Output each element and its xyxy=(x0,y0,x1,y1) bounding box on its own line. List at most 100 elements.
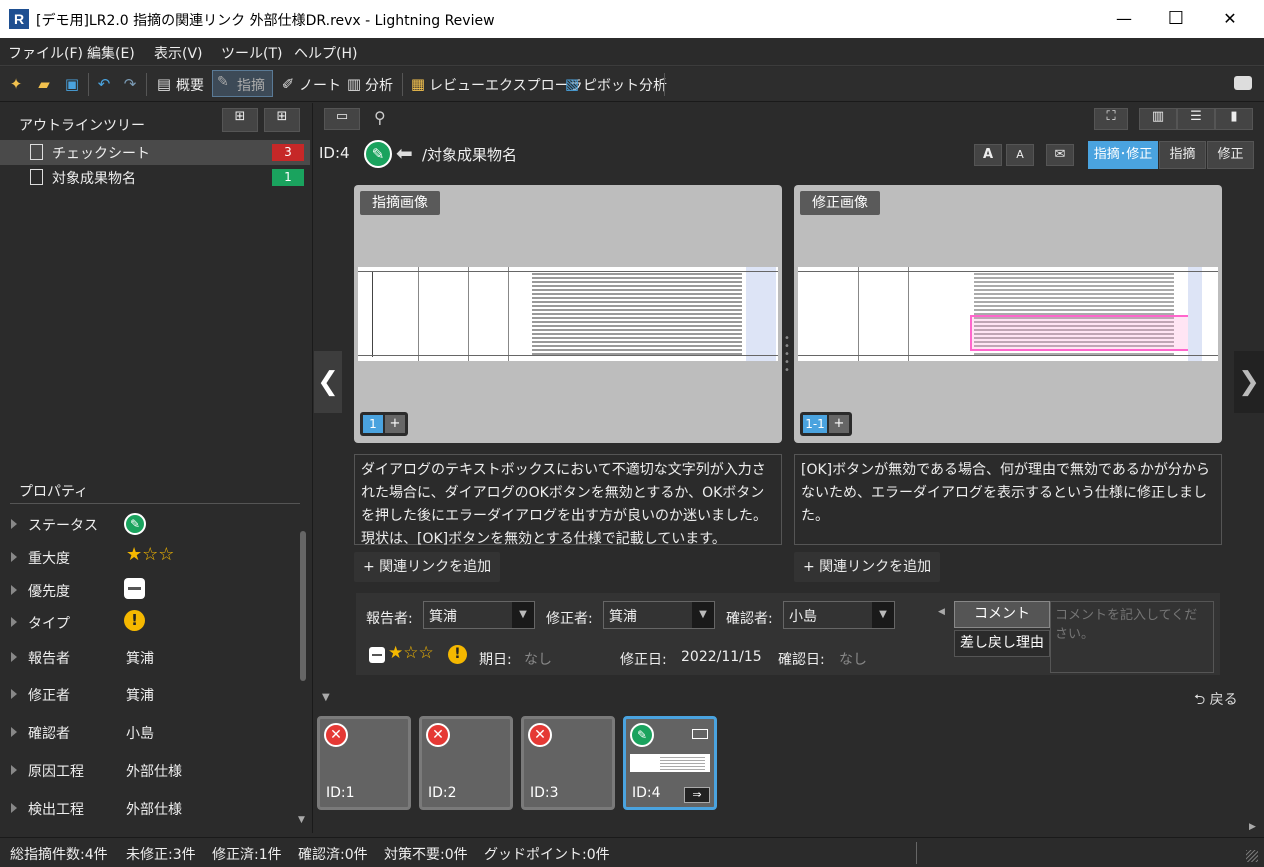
fix-image-panel[interactable]: 修正画像 1-1 + xyxy=(794,185,1222,443)
prop-checker-value[interactable]: 小島 xyxy=(126,723,154,743)
prev-issue-arrow-icon[interactable]: ❮ xyxy=(314,351,342,413)
priority-icon[interactable] xyxy=(124,578,145,599)
warning-icon[interactable]: ! xyxy=(124,610,145,631)
scroll-down-icon[interactable]: ▼ xyxy=(298,815,305,825)
font-decrease-button[interactable]: A xyxy=(1006,144,1034,166)
prop-detect-value[interactable]: 外部仕様 xyxy=(126,799,182,819)
new-file-icon[interactable]: ✦ xyxy=(6,74,26,94)
back-button[interactable]: ⮌ 戻る xyxy=(1194,689,1238,713)
prop-fixer-value[interactable]: 箕浦 xyxy=(126,685,154,705)
status-pencil-icon[interactable]: ✎ xyxy=(124,513,146,535)
search-icon[interactable]: ⚲ xyxy=(374,108,386,127)
due-value[interactable]: なし xyxy=(524,649,552,669)
issue-card-2[interactable]: ✕ ID:2 xyxy=(419,716,513,810)
redo-icon[interactable]: ↷ xyxy=(120,74,140,94)
next-issue-arrow-icon[interactable]: ❯ xyxy=(1234,351,1264,413)
tree-item-checksheet[interactable]: チェックシート 3 xyxy=(0,140,310,165)
prop-cause-value[interactable]: 外部仕様 xyxy=(126,761,182,781)
expand-arrow-icon[interactable] xyxy=(11,585,17,595)
status-pencil-icon[interactable]: ✎ xyxy=(364,140,392,168)
minimize-button[interactable]: — xyxy=(1096,0,1152,38)
mode-both-button[interactable]: 指摘･修正 xyxy=(1088,141,1158,169)
checker-select[interactable]: 小島 ▼ xyxy=(783,601,895,629)
expand-arrow-icon[interactable] xyxy=(11,617,17,627)
font-increase-button[interactable]: A xyxy=(974,144,1002,166)
close-button[interactable]: ✕ xyxy=(1202,0,1258,38)
comment-input[interactable] xyxy=(1050,601,1214,673)
menu-edit[interactable]: 編集(E) xyxy=(87,43,135,63)
maximize-button[interactable]: ☐ xyxy=(1148,0,1204,38)
menu-view[interactable]: 表示(V) xyxy=(154,43,203,63)
expand-arrow-icon[interactable] xyxy=(11,552,17,562)
back-arrow-icon[interactable]: ⬅ xyxy=(396,141,413,165)
page-number[interactable]: 1-1 xyxy=(803,415,827,433)
scroll-right-icon[interactable]: ▶ xyxy=(1249,822,1256,832)
add-bookmark-button[interactable]: ⊞ xyxy=(264,108,300,132)
expand-arrow-icon[interactable] xyxy=(11,519,17,529)
explorer-icon[interactable]: ▦ xyxy=(408,74,428,94)
pivot-button[interactable]: ピボット分析 xyxy=(583,75,667,95)
undo-icon[interactable]: ↶ xyxy=(94,74,114,94)
indication-image-panel[interactable]: 指摘画像 1 + xyxy=(354,185,782,443)
add-page-button[interactable]: + xyxy=(829,415,849,433)
note-icon[interactable]: ✐ xyxy=(278,74,298,94)
overview-button[interactable]: 概要 xyxy=(176,75,204,95)
severity-stars[interactable]: ★☆☆ xyxy=(388,643,434,663)
layout-list-button[interactable]: ☰ xyxy=(1177,108,1215,130)
open-folder-icon[interactable]: ▰ xyxy=(34,74,54,94)
status-pencil-icon: ✎ xyxy=(630,723,654,747)
collapse-left-icon[interactable]: ◀ xyxy=(938,607,945,617)
mail-button[interactable]: ✉ xyxy=(1046,144,1074,166)
indication-image[interactable] xyxy=(358,267,778,361)
vertical-splitter[interactable]: • • • • • xyxy=(784,334,790,376)
warning-icon[interactable]: ! xyxy=(448,645,467,664)
menu-help[interactable]: ヘルプ(H) xyxy=(294,43,357,63)
overview-icon[interactable]: ▤ xyxy=(154,74,174,94)
expand-arrow-icon[interactable] xyxy=(11,765,17,775)
severity-stars[interactable]: ★☆☆ xyxy=(126,544,174,565)
fit-screen-button[interactable]: ⛶ xyxy=(1094,108,1128,130)
add-link-indication-button[interactable]: + 関連リンクを追加 xyxy=(354,552,501,582)
expand-arrow-icon[interactable] xyxy=(11,652,17,662)
expand-arrow-icon[interactable] xyxy=(11,689,17,699)
menu-file[interactable]: ファイル(F) xyxy=(8,43,83,63)
reject-reason-tab[interactable]: 差し戻し理由 xyxy=(954,630,1050,657)
expand-arrow-icon[interactable] xyxy=(11,727,17,737)
mode-fix-button[interactable]: 修正 xyxy=(1207,141,1254,169)
screen-capture-button[interactable]: ▭ xyxy=(324,108,360,130)
menu-tools[interactable]: ツール(T) xyxy=(221,43,282,63)
pivot-icon[interactable]: ▧ xyxy=(562,74,582,94)
add-link-fix-button[interactable]: + 関連リンクを追加 xyxy=(794,552,941,582)
issue-card-1[interactable]: ✕ ID:1 xyxy=(317,716,411,810)
fixer-select[interactable]: 箕浦 ▼ xyxy=(603,601,715,629)
issue-card-4[interactable]: ✎ ID:4 ⇒ xyxy=(623,716,717,810)
comment-tab[interactable]: コメント xyxy=(954,601,1050,628)
fixed-date-value[interactable]: 2022/11/15 xyxy=(681,649,762,665)
review-explorer-button[interactable]: レビューエクスプローラ xyxy=(429,75,583,95)
fix-description[interactable]: [OK]ボタンが無効である場合、何が理由で無効であるかが分からないため、エラーダ… xyxy=(794,454,1222,545)
add-page-button[interactable]: + xyxy=(385,415,405,433)
chart-icon[interactable]: ▥ xyxy=(344,74,364,94)
resize-grip-icon[interactable] xyxy=(1246,850,1258,862)
layout-side-button[interactable]: ▮ xyxy=(1215,108,1253,130)
mode-indication-button[interactable]: 指摘 xyxy=(1159,141,1206,169)
priority-icon[interactable] xyxy=(369,647,385,663)
indication-description[interactable]: ダイアログのテキストボックスにおいて不適切な文字列が入力された場合に、ダイアログ… xyxy=(354,454,782,547)
properties-scrollbar[interactable] xyxy=(300,531,306,681)
issue-card-3[interactable]: ✕ ID:3 xyxy=(521,716,615,810)
fix-image[interactable] xyxy=(798,267,1218,361)
reporter-select[interactable]: 箕浦 ▼ xyxy=(423,601,535,629)
expand-arrow-icon[interactable] xyxy=(11,803,17,813)
analysis-button[interactable]: 分析 xyxy=(365,75,393,95)
layout-split-button[interactable]: ▥ xyxy=(1139,108,1177,130)
feedback-icon[interactable] xyxy=(1234,76,1252,90)
note-button[interactable]: ノート xyxy=(299,75,341,95)
save-icon[interactable]: ▣ xyxy=(62,74,82,94)
prop-reporter-value[interactable]: 箕浦 xyxy=(126,648,154,668)
collapse-cards-icon[interactable]: ▼ xyxy=(322,692,330,703)
page-number[interactable]: 1 xyxy=(363,415,383,433)
confirmed-date-value[interactable]: なし xyxy=(839,649,867,669)
tree-item-target[interactable]: 対象成果物名 1 xyxy=(0,165,310,190)
indication-button[interactable]: ✎ 指摘 xyxy=(212,70,273,97)
add-tree-item-button[interactable]: ⊞ xyxy=(222,108,258,132)
